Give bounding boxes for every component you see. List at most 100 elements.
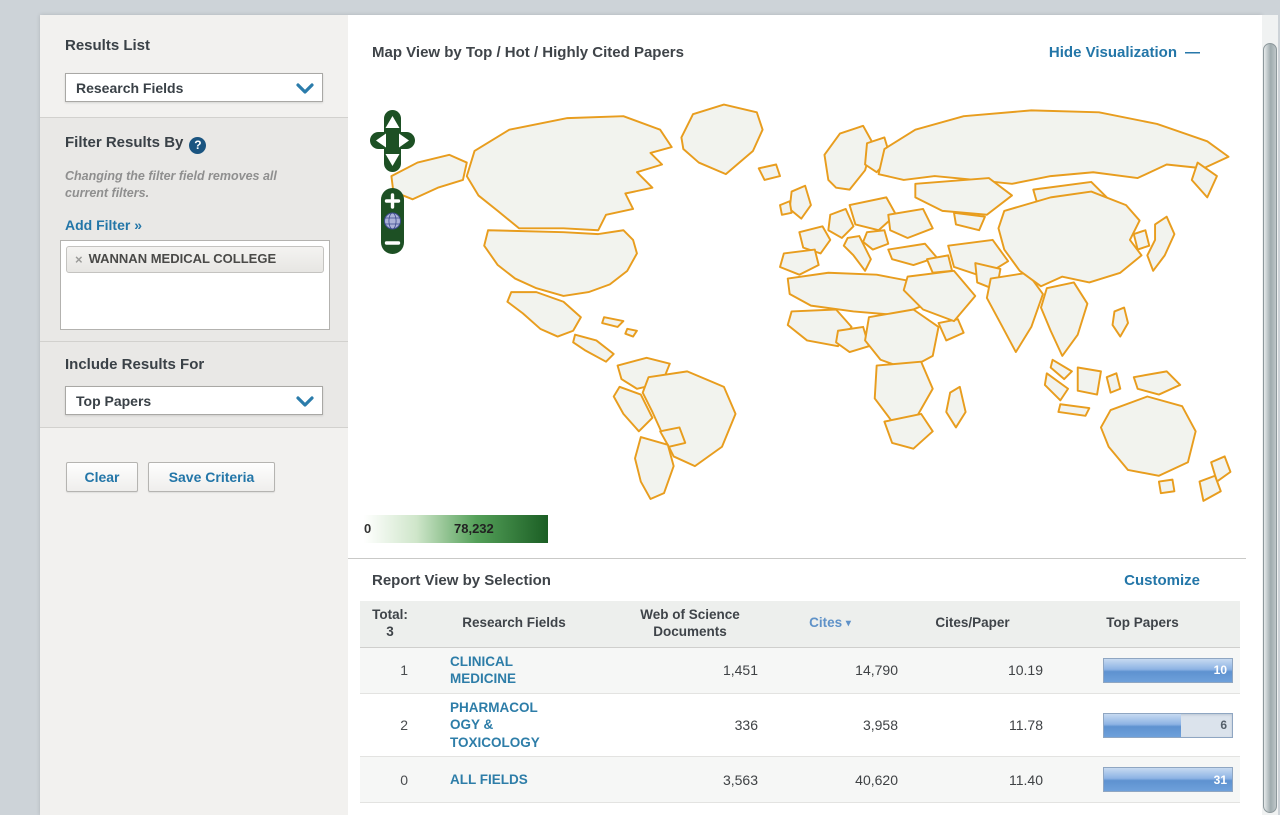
region-south-africa[interactable] [884, 414, 932, 449]
table-row: 0 ALL FIELDS 3,563 40,620 11.40 31 [360, 757, 1240, 803]
scrollbar-thumb[interactable] [1263, 43, 1277, 813]
map-controls[interactable] [370, 110, 416, 260]
field-link[interactable]: ALL FIELDS [450, 771, 528, 789]
clear-button[interactable]: Clear [66, 462, 138, 492]
cites-per-paper-cell: 11.78 [900, 717, 1045, 733]
sidebar-actions-section: Clear Save Criteria [40, 428, 348, 815]
region-india[interactable] [987, 273, 1043, 352]
region-greenland[interactable] [681, 105, 762, 175]
col-total: Total: 3 [360, 601, 420, 647]
region-mexico[interactable] [507, 292, 580, 336]
region-china[interactable] [998, 192, 1141, 287]
region-ireland[interactable] [780, 201, 792, 215]
scrollbar-track[interactable] [1262, 15, 1278, 815]
region-kamchatka[interactable] [1192, 163, 1217, 198]
region-borneo[interactable] [1078, 368, 1101, 395]
filter-results-section: Filter Results By? Changing the filter f… [40, 118, 348, 342]
region-germany[interactable] [828, 209, 853, 238]
table-header-row: Total: 3 Research Fields Web of Science … [360, 601, 1240, 648]
help-icon[interactable]: ? [189, 137, 206, 154]
zoom-control-icon[interactable] [381, 188, 404, 254]
map-view-title: Map View by Top / Hot / Highly Cited Pap… [372, 44, 684, 61]
region-kazakhstan[interactable] [915, 178, 1012, 215]
chevron-down-icon [296, 395, 314, 407]
region-central-asia[interactable] [954, 213, 985, 230]
filter-tag-listbox: × WANNAN MEDICAL COLLEGE [60, 240, 330, 330]
pan-control-icon[interactable] [370, 110, 415, 172]
world-map[interactable] [374, 87, 1244, 503]
region-central-africa[interactable] [865, 310, 938, 370]
region-ukraine[interactable] [888, 209, 932, 238]
region-korea[interactable] [1134, 230, 1149, 249]
rank-cell: 2 [360, 717, 420, 733]
hide-visualization-link[interactable]: Hide Visualization— [1049, 44, 1200, 61]
region-horn-africa[interactable] [939, 319, 964, 340]
filter-tag[interactable]: × WANNAN MEDICAL COLLEGE [66, 246, 324, 273]
region-cuba[interactable] [602, 317, 623, 327]
region-southern-africa[interactable] [875, 362, 933, 422]
docs-cell: 1,451 [540, 662, 760, 678]
add-filter-link[interactable]: Add Filter » [65, 217, 142, 233]
region-iceland[interactable] [759, 165, 780, 180]
region-nigeria[interactable] [836, 327, 869, 352]
region-hispaniola[interactable] [625, 329, 637, 337]
filter-note: Changing the filter field removes all cu… [65, 168, 315, 202]
results-list-section: Results List Research Fields [40, 15, 348, 118]
region-argentina[interactable] [635, 437, 674, 499]
region-se-asia[interactable] [1041, 282, 1087, 355]
top-papers-bar: 6 [1103, 713, 1233, 738]
region-new-guinea[interactable] [1134, 371, 1180, 394]
region-central-america[interactable] [573, 335, 614, 362]
table-row: 1 CLINICAL MEDICINE 1,451 14,790 10.19 1… [360, 648, 1240, 694]
filter-tag-label: WANNAN MEDICAL COLLEGE [89, 251, 277, 267]
top-papers-value: 10 [1214, 659, 1227, 682]
globe-icon[interactable] [385, 213, 401, 229]
region-philippines[interactable] [1113, 308, 1128, 337]
rank-cell: 0 [360, 772, 420, 788]
region-iraq[interactable] [927, 255, 952, 272]
region-usa[interactable] [484, 230, 637, 296]
region-spain[interactable] [780, 250, 819, 275]
remove-tag-icon[interactable]: × [75, 252, 83, 267]
region-tasmania[interactable] [1159, 480, 1174, 494]
include-results-value: Top Papers [76, 393, 151, 409]
bar-fill [1104, 714, 1181, 737]
chevron-down-icon [296, 82, 314, 94]
report-section: Report View by Selection Customize Total… [348, 558, 1246, 559]
save-criteria-button[interactable]: Save Criteria [148, 462, 275, 492]
region-canada[interactable] [467, 116, 672, 230]
results-list-dropdown[interactable]: Research Fields [65, 73, 323, 102]
region-sulawesi[interactable] [1107, 373, 1121, 392]
region-australia[interactable] [1101, 397, 1196, 476]
region-java[interactable] [1058, 404, 1089, 416]
main-content: Map View by Top / Hot / Highly Cited Pap… [348, 15, 1246, 815]
customize-link[interactable]: Customize [1124, 572, 1200, 589]
region-japan[interactable] [1147, 217, 1174, 271]
col-wos-documents: Web of Science Documents [580, 601, 800, 647]
docs-cell: 336 [540, 717, 760, 733]
results-list-value: Research Fields [76, 80, 183, 96]
filter-sidebar: Results List Research Fields Filter Resu… [40, 15, 348, 815]
rank-cell: 1 [360, 662, 420, 678]
top-papers-value: 31 [1214, 768, 1227, 791]
report-title: Report View by Selection [372, 572, 551, 589]
top-papers-bar: 31 [1103, 767, 1233, 792]
docs-cell: 3,563 [540, 772, 760, 788]
region-malaysia[interactable] [1051, 360, 1072, 379]
field-link[interactable]: CLINICAL MEDICINE [450, 653, 540, 688]
content-panel: Results List Research Fields Filter Resu… [40, 15, 1262, 815]
cites-cell: 14,790 [760, 662, 900, 678]
cites-cell: 40,620 [760, 772, 900, 788]
region-balkans[interactable] [863, 230, 888, 249]
region-russia[interactable] [879, 110, 1229, 183]
filter-results-heading: Filter Results By [65, 134, 183, 151]
include-results-heading: Include Results For [65, 356, 204, 373]
cites-per-paper-cell: 11.40 [900, 772, 1045, 788]
region-madagascar[interactable] [946, 387, 965, 428]
results-list-heading: Results List [65, 37, 150, 54]
top-papers-bar: 10 [1103, 658, 1233, 683]
region-uk[interactable] [790, 186, 811, 219]
map-legend: 0 78,232 [360, 515, 548, 543]
include-results-dropdown[interactable]: Top Papers [65, 386, 323, 415]
field-link[interactable]: PHARMACOLOGY & TOXICOLOGY [450, 699, 540, 752]
